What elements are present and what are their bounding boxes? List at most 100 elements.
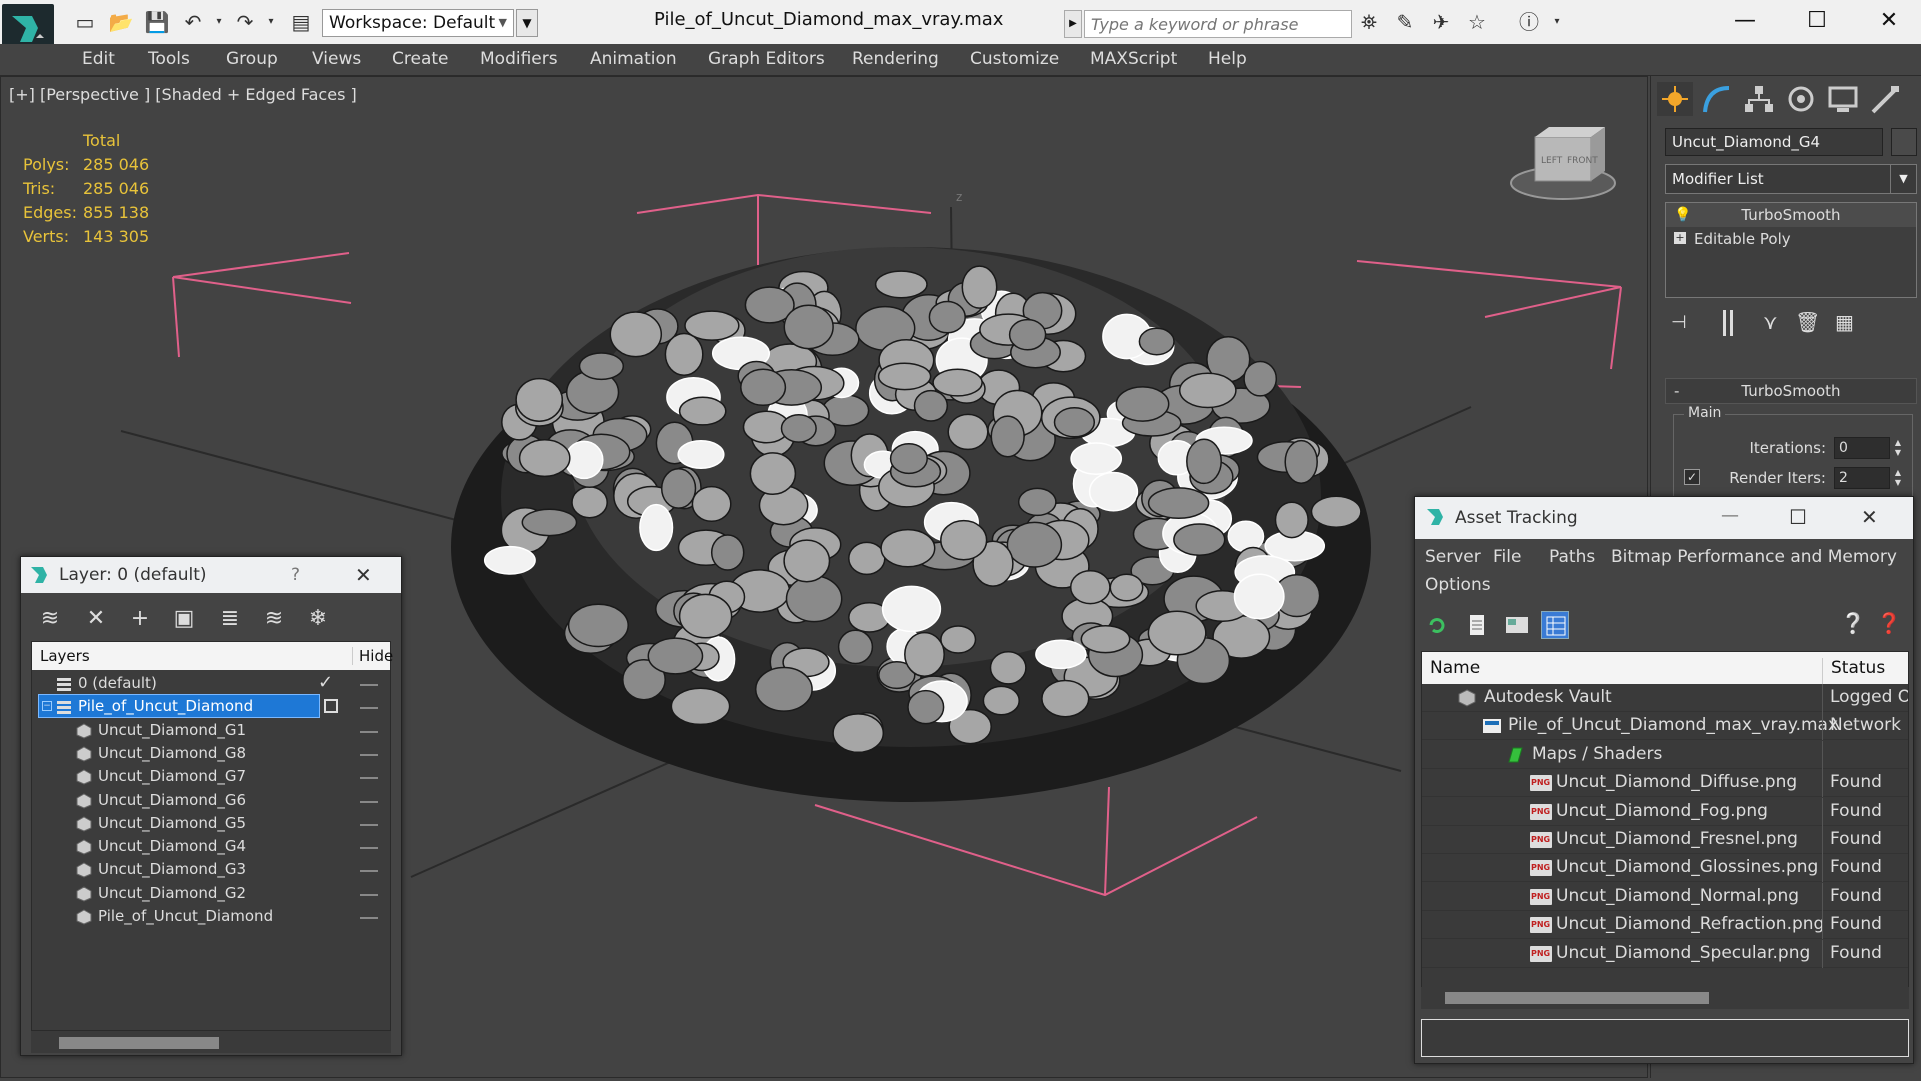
hide-unhide-all-icon[interactable]: ≋ bbox=[259, 605, 289, 633]
column-header-status[interactable]: Status bbox=[1822, 658, 1885, 686]
asset-menu-options[interactable]: Options bbox=[1425, 575, 1491, 595]
hide-toggle[interactable] bbox=[360, 777, 378, 780]
hierarchy-tab-icon[interactable] bbox=[1741, 82, 1777, 116]
modifier-list-select[interactable]: Modifier List ▼ bbox=[1665, 164, 1917, 194]
new-file-icon[interactable]: ▭ bbox=[72, 11, 98, 33]
help-icon[interactable]: ❔ bbox=[1839, 611, 1867, 639]
asset-horizontal-scrollbar[interactable] bbox=[1421, 987, 1909, 1009]
undo-dropdown-icon[interactable]: ▾ bbox=[206, 11, 232, 33]
make-unique-icon[interactable]: ⋎ bbox=[1763, 310, 1778, 334]
scrollbar-thumb[interactable] bbox=[1445, 992, 1709, 1004]
rollout-collapse-toggle[interactable]: - bbox=[1674, 379, 1679, 403]
window-minimize-button[interactable]: — bbox=[1720, 6, 1770, 36]
asset-menu-file[interactable]: File bbox=[1493, 547, 1521, 567]
highlight-selected-layer-icon[interactable]: ≣ bbox=[215, 605, 245, 633]
hide-toggle[interactable] bbox=[360, 684, 378, 686]
asset-row[interactable]: Uncut_Diamond_Glossines.png Found bbox=[1422, 854, 1908, 883]
dialog-minimize-button[interactable]: — bbox=[1721, 505, 1739, 526]
menu-group[interactable]: Group bbox=[226, 49, 278, 69]
refresh-icon[interactable] bbox=[1423, 611, 1451, 639]
scrollbar-thumb[interactable] bbox=[59, 1037, 219, 1049]
dialog-close-button[interactable]: ✕ bbox=[1861, 505, 1878, 529]
help-dropdown-icon[interactable]: ▾ bbox=[1544, 11, 1570, 33]
asset-row[interactable]: Pile_of_Uncut_Diamond_max_vray.max Networ… bbox=[1422, 712, 1908, 741]
menu-edit[interactable]: Edit bbox=[82, 49, 115, 69]
asset-row[interactable]: Uncut_Diamond_Fog.png Found bbox=[1422, 797, 1908, 826]
menu-help[interactable]: Help bbox=[1208, 49, 1247, 69]
select-objects-in-layer-icon[interactable]: ▣ bbox=[169, 605, 199, 633]
open-file-icon[interactable]: 📂 bbox=[108, 11, 134, 33]
menu-maxscript[interactable]: MAXScript bbox=[1090, 49, 1177, 69]
spinner-arrows-icon[interactable]: ▲ ▼ bbox=[1892, 438, 1904, 458]
spinner-arrows-icon[interactable]: ▲ ▼ bbox=[1892, 468, 1904, 488]
show-end-result-icon[interactable] bbox=[1723, 310, 1733, 336]
expand-plus-icon[interactable]: + bbox=[1674, 232, 1686, 244]
motion-tab-icon[interactable] bbox=[1783, 82, 1819, 116]
hide-toggle[interactable] bbox=[360, 823, 378, 826]
hide-toggle[interactable] bbox=[360, 893, 378, 896]
turbosmooth-rollout-header[interactable]: - TurboSmooth bbox=[1665, 378, 1917, 404]
column-header-layers[interactable]: Layers bbox=[40, 647, 90, 665]
object-name-field[interactable]: Uncut_Diamond_G4 bbox=[1665, 128, 1883, 156]
create-layer-icon[interactable]: ≋ bbox=[35, 605, 65, 633]
dialog-close-button[interactable]: ✕ bbox=[355, 563, 372, 587]
menu-graph-editors[interactable]: Graph Editors bbox=[708, 49, 825, 69]
hide-toggle[interactable] bbox=[360, 753, 378, 756]
make-current-layer-box[interactable] bbox=[324, 699, 338, 714]
menu-tools[interactable]: Tools bbox=[148, 49, 190, 69]
dialog-maximize-button[interactable]: ☐ bbox=[1789, 505, 1807, 529]
asset-row[interactable]: Uncut_Diamond_Diffuse.png Found bbox=[1422, 769, 1908, 798]
asset-row[interactable]: Autodesk Vault Logged O bbox=[1422, 684, 1908, 712]
stack-item-turbosmooth[interactable]: 💡 TurboSmooth bbox=[1666, 203, 1916, 227]
collapse-toggle-icon[interactable]: − bbox=[42, 701, 52, 712]
layer-horizontal-scrollbar[interactable] bbox=[31, 1031, 391, 1053]
asset-dialog-titlebar[interactable]: Asset Tracking — ☐ ✕ bbox=[1415, 497, 1913, 539]
menu-animation[interactable]: Animation bbox=[590, 49, 677, 69]
render-iters-spinner[interactable]: 2 bbox=[1834, 467, 1890, 489]
utilities-tab-icon[interactable] bbox=[1867, 82, 1903, 116]
object-color-swatch[interactable] bbox=[1891, 128, 1917, 156]
menu-views[interactable]: Views bbox=[312, 49, 361, 69]
menu-modifiers[interactable]: Modifiers bbox=[480, 49, 558, 69]
list-view-icon[interactable] bbox=[1463, 611, 1491, 639]
asset-menu-server[interactable]: Server bbox=[1425, 547, 1481, 567]
context-help-icon[interactable]: ❓ bbox=[1875, 611, 1903, 639]
viewport-label[interactable]: [+] [Perspective ] [Shaded + Edged Faces… bbox=[9, 85, 357, 104]
remove-modifier-icon[interactable]: 🗑 bbox=[1795, 310, 1820, 334]
communication-icon[interactable]: ✈ bbox=[1428, 11, 1454, 33]
freeze-unfreeze-all-icon[interactable]: ❄ bbox=[303, 605, 333, 633]
asset-menu-bitmap-performance[interactable]: Bitmap Performance and Memory bbox=[1611, 547, 1897, 567]
redo-icon[interactable]: ↷ bbox=[232, 11, 258, 33]
column-header-name[interactable]: Name bbox=[1430, 658, 1480, 678]
render-iters-checkbox[interactable]: ✓ bbox=[1684, 469, 1700, 485]
project-folder-icon[interactable]: ▤ bbox=[288, 11, 314, 33]
menu-create[interactable]: Create bbox=[392, 49, 449, 69]
undo-icon[interactable]: ↶ bbox=[180, 11, 206, 33]
hide-toggle[interactable] bbox=[360, 707, 378, 710]
asset-row[interactable]: Uncut_Diamond_Fresnel.png Found bbox=[1422, 826, 1908, 854]
redo-dropdown-icon[interactable]: ▾ bbox=[258, 11, 284, 33]
diamond-pile-mesh[interactable] bbox=[451, 247, 1371, 802]
thumbnail-view-icon[interactable] bbox=[1503, 611, 1531, 639]
asset-row[interactable]: Maps / Shaders bbox=[1422, 740, 1908, 769]
menu-customize[interactable]: Customize bbox=[970, 49, 1059, 69]
stack-item-editable-poly[interactable]: + Editable Poly bbox=[1666, 227, 1916, 251]
display-tab-icon[interactable] bbox=[1825, 82, 1861, 116]
table-view-icon[interactable] bbox=[1541, 611, 1569, 639]
menu-rendering[interactable]: Rendering bbox=[852, 49, 939, 69]
hide-toggle[interactable] bbox=[360, 730, 378, 733]
save-icon[interactable]: 💾 bbox=[144, 11, 170, 33]
tools-icon[interactable]: ✎ bbox=[1392, 11, 1418, 33]
binoculars-icon[interactable]: ⛯ bbox=[1356, 11, 1382, 33]
iterations-spinner[interactable]: 0 bbox=[1834, 437, 1890, 459]
column-header-hide[interactable]: Hide bbox=[352, 647, 393, 665]
workspace-select[interactable]: Workspace: Default ▼ bbox=[322, 9, 514, 37]
asset-row[interactable]: Uncut_Diamond_Normal.png Found bbox=[1422, 882, 1908, 911]
help-icon[interactable]: ⓘ bbox=[1516, 11, 1542, 33]
hide-toggle[interactable] bbox=[360, 847, 378, 850]
favorites-star-icon[interactable]: ☆ bbox=[1464, 11, 1490, 33]
current-layer-check-icon[interactable]: ✓ bbox=[318, 672, 333, 693]
asset-row[interactable]: Uncut_Diamond_Refraction.pngFound bbox=[1422, 911, 1908, 940]
window-maximize-button[interactable]: ☐ bbox=[1792, 6, 1842, 36]
view-cube[interactable]: LEFT FRONT bbox=[1510, 127, 1616, 200]
